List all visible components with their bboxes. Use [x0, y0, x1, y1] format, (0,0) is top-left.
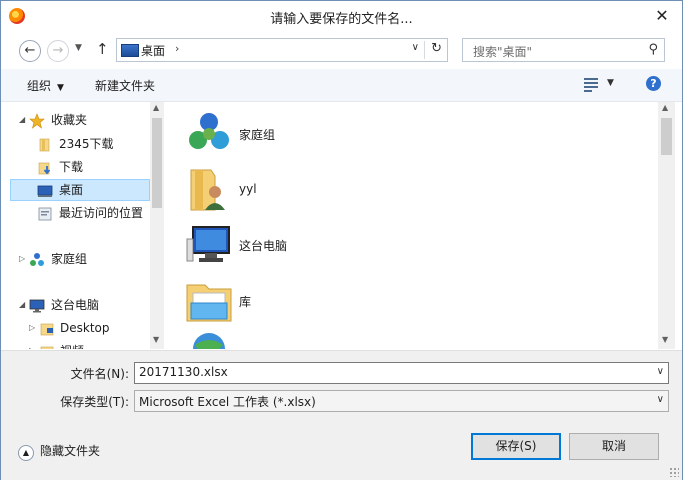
search-placeholder: 搜索"桌面": [473, 45, 533, 59]
tree-label-this-pc: 这台电脑: [51, 298, 100, 312]
address-dropdown-icon[interactable]: ∨: [412, 42, 419, 53]
address-bar[interactable]: 桌面 › ∨ ↻: [116, 38, 448, 62]
search-icon[interactable]: ⚲: [648, 42, 658, 57]
chevron-down-icon: ▼: [57, 83, 64, 93]
nav-pane-scrollbar[interactable]: ▲ ▼: [150, 102, 164, 349]
resize-grip[interactable]: [669, 467, 679, 477]
videos-folder-icon: [39, 344, 55, 349]
filename-label: 文件名(N):: [70, 367, 129, 381]
file-list: 家庭组 yyl 这台电脑 库: [165, 102, 658, 349]
address-segment-desktop[interactable]: 桌面: [141, 42, 165, 59]
scroll-up-icon[interactable]: ▲: [662, 103, 668, 112]
desktop-icon: [37, 183, 53, 197]
file-type-value: Microsoft Excel 工作表 (*.xlsx): [139, 395, 316, 409]
tree-label-recent: 最近访问的位置: [59, 206, 144, 220]
recent-locations-dropdown[interactable]: ▼: [75, 43, 82, 53]
arrow-left-icon: ←: [24, 43, 36, 58]
tree-label-2345: 2345下载: [59, 137, 114, 151]
tree-label-homegroup: 家庭组: [51, 252, 88, 266]
save-dialog: 请输入要保存的文件名... ✕ ← → ▼ ↑ 桌面 › ∨ ↻ 搜索"桌面" …: [0, 0, 683, 480]
file-type-label: 保存类型(T):: [60, 395, 129, 409]
library-icon: [185, 277, 233, 325]
scrollbar-thumb[interactable]: [152, 118, 162, 208]
item-label: yyl: [239, 182, 257, 196]
arrow-up-icon: ↑: [96, 40, 109, 58]
tree-label-desktop-en: Desktop: [60, 321, 110, 335]
scroll-up-icon[interactable]: ▲: [153, 103, 159, 112]
item-label: 库: [239, 295, 252, 309]
chevron-right-icon[interactable]: ›: [175, 42, 179, 55]
organize-label: 组织: [27, 79, 52, 93]
window-title: 请输入要保存的文件名...: [270, 12, 413, 27]
chevron-down-icon[interactable]: ∨: [657, 366, 664, 377]
file-list-scrollbar[interactable]: ▲ ▼: [658, 102, 675, 349]
hide-folders-button[interactable]: ▲ 隐藏文件夹: [18, 442, 100, 461]
item-label: 家庭组: [239, 128, 276, 142]
up-button[interactable]: ↑: [96, 40, 109, 58]
save-button[interactable]: 保存(S): [471, 433, 561, 460]
scroll-down-icon[interactable]: ▼: [662, 335, 668, 344]
help-icon[interactable]: ?: [646, 76, 661, 91]
organize-button[interactable]: 组织 ▼: [27, 77, 64, 94]
expand-icon[interactable]: ◢: [19, 295, 25, 315]
chevron-down-icon[interactable]: ∨: [657, 394, 664, 405]
tree-label-videos: 视频: [60, 341, 84, 349]
navigation-row: ← → ▼ ↑ 桌面 › ∨ ↻ 搜索"桌面" ⚲: [1, 31, 682, 69]
filename-input[interactable]: 20171130.xlsx ∨: [134, 362, 669, 384]
expand-icon[interactable]: ▷: [19, 249, 25, 269]
expand-icon[interactable]: ◢: [19, 110, 25, 130]
command-bar: 组织 ▼ 新建文件夹 ▼ ?: [1, 69, 682, 102]
desktop-icon: [121, 44, 139, 57]
expand-icon[interactable]: ▷: [29, 341, 35, 349]
navigation-pane: ◢ 收藏夹 2345下载 下载 桌面 最近访问的位置 ▷ 家庭组 ◢ 这台电脑 …: [1, 102, 164, 349]
tree-label-downloads: 下载: [59, 160, 84, 174]
desktop-folder-icon: [39, 321, 55, 336]
back-button[interactable]: ←: [19, 40, 41, 62]
hide-folders-label: 隐藏文件夹: [40, 444, 101, 458]
network-icon: [185, 331, 233, 349]
filename-value: 20171130.xlsx: [139, 365, 228, 379]
scroll-down-icon[interactable]: ▼: [153, 335, 159, 344]
computer-icon: [29, 298, 45, 313]
star-icon: [29, 113, 45, 129]
forward-button[interactable]: →: [47, 40, 69, 62]
cancel-button[interactable]: 取消: [569, 433, 659, 460]
scrollbar-thumb[interactable]: [661, 118, 672, 155]
close-icon: ✕: [655, 6, 669, 25]
title-bar[interactable]: 请输入要保存的文件名... ✕: [1, 1, 682, 31]
chevron-up-icon: ▲: [18, 445, 34, 461]
tree-label-desktop: 桌面: [59, 183, 84, 197]
folder-icon: [37, 137, 53, 152]
user-folder-icon: [185, 166, 233, 214]
refresh-icon[interactable]: ↻: [431, 41, 442, 56]
view-dropdown-icon[interactable]: ▼: [607, 78, 614, 88]
search-input[interactable]: 搜索"桌面" ⚲: [462, 38, 665, 62]
tree-label-favorites: 收藏夹: [51, 113, 88, 127]
arrow-right-icon: →: [52, 43, 64, 58]
homegroup-icon: [185, 110, 233, 158]
file-type-select[interactable]: Microsoft Excel 工作表 (*.xlsx) ∨: [134, 390, 669, 412]
new-folder-button[interactable]: 新建文件夹: [95, 77, 155, 94]
homegroup-icon: [29, 252, 45, 266]
expand-icon[interactable]: ▷: [29, 318, 35, 338]
save-options-panel: 文件名(N): 20171130.xlsx ∨ 保存类型(T): Microso…: [1, 350, 682, 480]
item-label: 这台电脑: [239, 239, 288, 253]
view-options-icon[interactable]: [584, 77, 598, 92]
close-button[interactable]: ✕: [650, 6, 674, 26]
computer-icon: [185, 221, 233, 269]
recent-places-icon: [37, 206, 53, 221]
download-folder-icon: [37, 160, 53, 175]
